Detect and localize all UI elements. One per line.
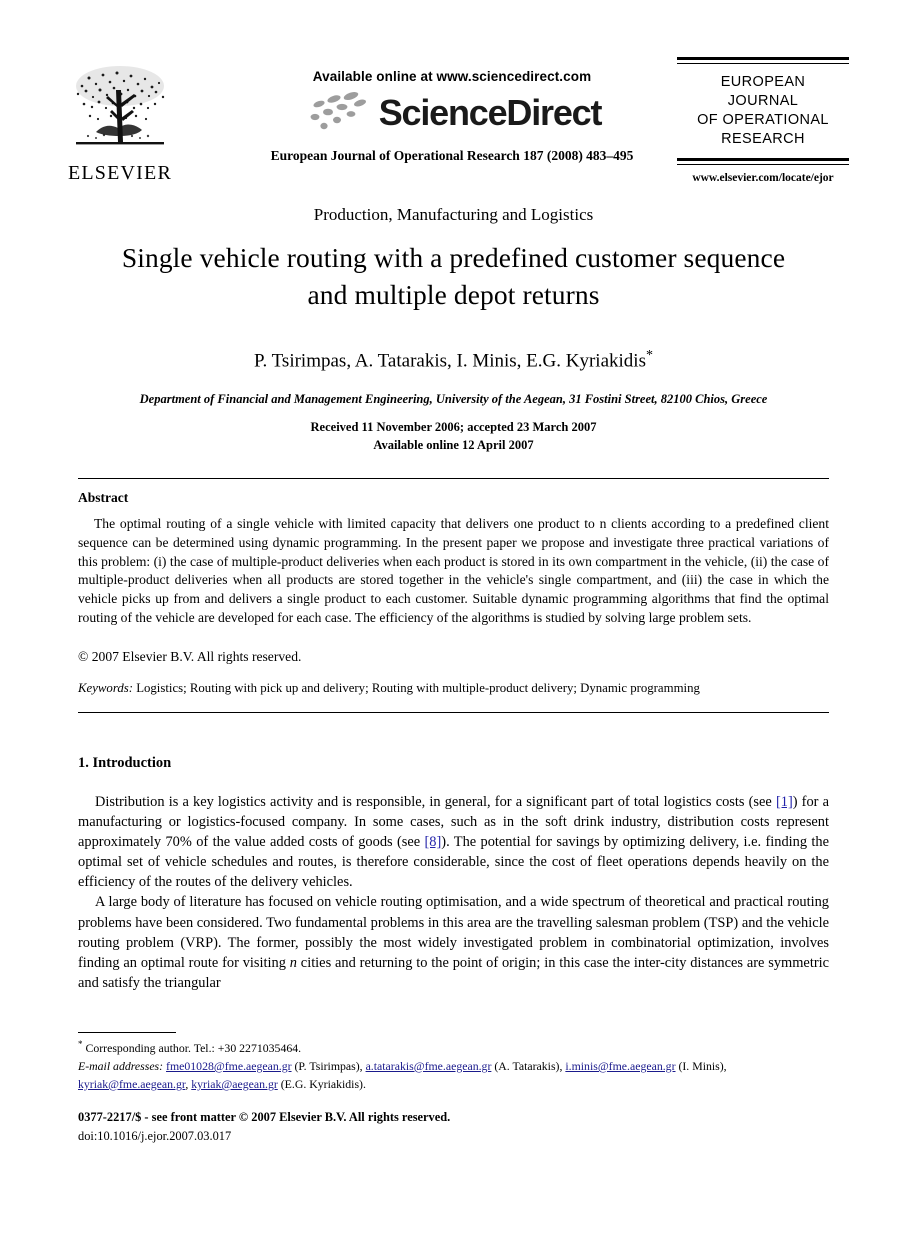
email-link-tatarakis[interactable]: a.tatarakis@fme.aegean.gr bbox=[366, 1059, 492, 1073]
abstract-bottom-rule bbox=[78, 712, 829, 713]
available-online-text: Available online at www.sciencedirect.co… bbox=[312, 69, 592, 84]
sciencedirect-swoosh-icon bbox=[310, 92, 366, 130]
imprint-block: 0377-2217/$ - see front matter © 2007 El… bbox=[78, 1108, 450, 1146]
journal-citation: European Journal of Operational Research… bbox=[270, 148, 634, 163]
corresponding-author-note: * Corresponding author. Tel.: +30 227103… bbox=[78, 1038, 829, 1058]
elsevier-tree-icon bbox=[76, 66, 165, 145]
title-line-1: Single vehicle routing with a predefined… bbox=[121, 242, 786, 273]
email-owner-tatarakis: (A. Tatarakis), bbox=[494, 1058, 563, 1073]
journal-name-line-3: OF OPERATIONAL bbox=[697, 112, 829, 129]
keywords-label: Keywords: bbox=[78, 681, 133, 695]
email-owner-kyriakidis: (E.G. Kyriakidis). bbox=[280, 1076, 366, 1091]
doi-line: doi:10.1016/j.ejor.2007.03.017 bbox=[78, 1128, 232, 1143]
email-owner-kyriakidis-fme: , bbox=[185, 1076, 189, 1091]
corresponding-author-text: Corresponding author. Tel.: +30 22710354… bbox=[85, 1040, 302, 1055]
sciencedirect-block: Available online at www.sciencedirect.co… bbox=[232, 69, 672, 164]
intro-paragraph-1: Distribution is a key logistics activity… bbox=[78, 792, 829, 892]
intro-p2-variable-n: n bbox=[289, 954, 297, 971]
badge-top-rule bbox=[677, 57, 849, 64]
sciencedirect-wordmark: ScienceDirect bbox=[378, 92, 603, 133]
title-line-2: and multiple depot returns bbox=[307, 278, 600, 310]
elsevier-logo: ELSEVIER bbox=[58, 60, 182, 185]
intro-paragraph-2: A large body of literature has focused o… bbox=[78, 892, 829, 992]
sciencedirect-logo: ScienceDirect bbox=[232, 90, 672, 136]
footnote-star: * bbox=[78, 1039, 83, 1049]
author-list: P. Tsirimpas, A. Tatarakis, I. Minis, E.… bbox=[0, 348, 907, 372]
email-link-tsirimpas[interactable]: fme01028@fme.aegean.gr bbox=[166, 1059, 292, 1073]
abstract-paragraph: The optimal routing of a single vehicle … bbox=[78, 516, 829, 626]
journal-name-line-1: EUROPEAN bbox=[720, 74, 806, 90]
journal-name-line-2: JOURNAL bbox=[727, 93, 799, 110]
abstract-copyright: © 2007 Elsevier B.V. All rights reserved… bbox=[78, 649, 302, 664]
keywords-value: Logistics; Routing with pick up and deli… bbox=[136, 681, 700, 695]
publication-dates: Received 11 November 2006; accepted 23 M… bbox=[0, 418, 907, 454]
received-date: Received 11 November 2006; accepted 23 M… bbox=[310, 420, 597, 434]
badge-bottom-rule bbox=[677, 157, 849, 165]
introduction-heading: 1. Introduction bbox=[78, 755, 172, 771]
journal-url: www.elsevier.com/locate/ejor bbox=[692, 171, 834, 184]
abstract-text: The optimal routing of a single vehicle … bbox=[78, 515, 829, 628]
page-title: Single vehicle routing with a predefined… bbox=[70, 240, 837, 313]
email-link-minis[interactable]: i.minis@fme.aegean.gr bbox=[565, 1059, 675, 1073]
section-kicker: Production, Manufacturing and Logistics bbox=[313, 205, 594, 224]
journal-logo-badge: EUROPEAN JOURNAL OF OPERATIONAL RESEARCH… bbox=[677, 57, 849, 184]
journal-name: EUROPEAN JOURNAL OF OPERATIONAL RESEARCH bbox=[677, 73, 849, 150]
abstract-heading: Abstract bbox=[78, 490, 129, 505]
available-online-date: Available online 12 April 2007 bbox=[373, 438, 534, 453]
email-owner-tsirimpas: (P. Tsirimpas), bbox=[294, 1058, 363, 1073]
journal-name-line-4: RESEARCH bbox=[721, 131, 805, 148]
introduction-body: Distribution is a key logistics activity… bbox=[78, 792, 829, 993]
email-link-kyriakidis[interactable]: kyriak@aegean.gr bbox=[191, 1077, 278, 1091]
citation-link-8[interactable]: [8] bbox=[425, 834, 442, 850]
intro-p1-part-a: Distribution is a key logistics activity… bbox=[95, 794, 776, 810]
elsevier-wordmark: ELSEVIER bbox=[67, 162, 173, 184]
footnote-separator-rule bbox=[78, 1032, 176, 1033]
author-names: P. Tsirimpas, A. Tatarakis, I. Minis, E.… bbox=[254, 350, 646, 372]
email-owner-minis: (I. Minis), bbox=[678, 1058, 727, 1073]
abstract-top-rule bbox=[78, 478, 829, 479]
masthead: ELSEVIER Available online at www.science… bbox=[0, 55, 907, 195]
keywords-line: Keywords: Logistics; Routing with pick u… bbox=[78, 680, 829, 698]
email-addresses-label: E-mail addresses: bbox=[78, 1058, 164, 1073]
email-link-kyriakidis-fme[interactable]: kyriak@fme.aegean.gr bbox=[78, 1077, 185, 1091]
citation-link-1[interactable]: [1] bbox=[776, 794, 793, 810]
email-addresses-note: E-mail addresses: fme01028@fme.aegean.gr… bbox=[78, 1058, 829, 1094]
affiliation: Department of Financial and Management E… bbox=[139, 392, 768, 406]
footnote-block: * Corresponding author. Tel.: +30 227103… bbox=[78, 1038, 829, 1094]
corresponding-author-marker[interactable]: * bbox=[646, 348, 653, 363]
issn-front-matter: 0377-2217/$ - see front matter © 2007 El… bbox=[78, 1110, 451, 1124]
paper-page: ELSEVIER Available online at www.science… bbox=[0, 0, 907, 1238]
